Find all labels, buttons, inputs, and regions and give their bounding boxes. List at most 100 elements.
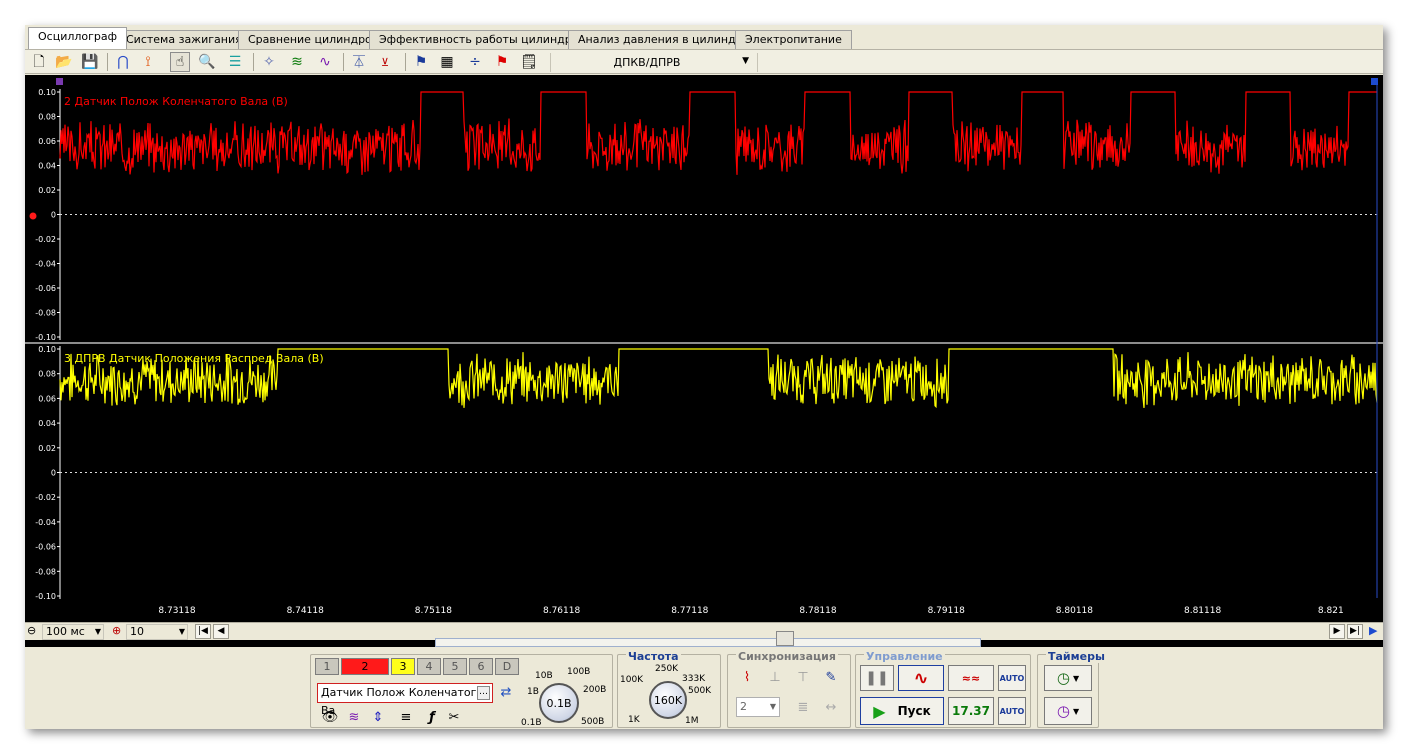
sync-channel-select[interactable]: 2 ▼ — [736, 697, 780, 717]
tab-cylinder-pressure[interactable]: Анализ давления в цилиндре — [568, 30, 760, 49]
sync-channel-value: 2 — [740, 700, 747, 713]
red-flag-icon[interactable]: ⚑ — [492, 52, 512, 72]
waves-icon[interactable]: ≋ — [287, 52, 307, 72]
preset-dropdown[interactable]: ДПКВ/ДПРВ ▼ — [550, 53, 758, 72]
function-icon[interactable]: ƒ — [421, 707, 443, 727]
auto-run-button[interactable]: AUTO — [998, 697, 1026, 725]
voltage-dial[interactable]: 0.1В — [539, 683, 579, 723]
tab-oscilloscope[interactable]: Осциллограф — [28, 27, 128, 49]
falling-edge-icon[interactable]: ⊥ — [764, 667, 786, 687]
vertical-move-icon[interactable]: ⇕ — [367, 707, 389, 727]
cursor-b-icon[interactable]: ⟟ — [138, 52, 158, 72]
cursor-a-icon[interactable]: ⋂ — [113, 52, 133, 72]
play-marker-icon: ▶ — [1369, 624, 1378, 637]
zero-level-icon[interactable]: ⊻ — [375, 52, 395, 72]
samples-select[interactable]: 10 ▼ — [126, 624, 188, 640]
hand-pan-icon[interactable]: ☝ — [170, 52, 190, 72]
oscilloscope-display[interactable]: 0.10 0.08 0.06 0.04 0.02 0 -0.02 -0.04 -0.06 -0.0… — [25, 75, 1383, 648]
trigger-down-icon[interactable]: ⊤ — [792, 667, 814, 687]
level-icon[interactable]: ≣ — [792, 697, 814, 717]
channel-1-button[interactable]: 1 — [315, 658, 339, 675]
zoom-icon[interactable]: 🔍 — [197, 52, 217, 72]
volt-scale-500: 500В — [581, 717, 605, 727]
channel-3-button[interactable]: 3 — [391, 658, 415, 675]
chevron-down-icon: ▼ — [742, 56, 749, 66]
frequency-value: 160K — [653, 693, 683, 707]
eye-icon[interactable]: 👁 — [319, 707, 341, 727]
channel-6-button[interactable]: 6 — [469, 658, 493, 675]
auto-mode-button[interactable]: AUTO — [998, 665, 1026, 691]
timer-stop-button[interactable]: ◷ ▼ — [1044, 697, 1092, 725]
minus-zoom-icon[interactable]: ⊖ — [27, 624, 36, 637]
go-first-button[interactable]: |◀ — [195, 624, 211, 639]
app-window: Осциллограф Система зажигания Сравнение … — [25, 25, 1383, 729]
tools-icon[interactable]: ✂ — [443, 707, 465, 727]
browse-button[interactable]: … — [477, 686, 490, 700]
tab-ignition-system[interactable]: Система зажигания — [116, 30, 252, 49]
wave-filter-icon[interactable]: ≋ — [343, 707, 365, 727]
tab-cylinder-efficiency[interactable]: Эффективность работы цилиндров — [369, 30, 595, 49]
new-file-icon[interactable]: 🗋 — [29, 52, 49, 72]
clock-stop-icon: ◷ — [1056, 702, 1070, 720]
plus-zoom-icon[interactable]: ⊕ — [112, 624, 121, 637]
y-tick-label: 0.08 — [38, 370, 56, 379]
scroll-thumb[interactable] — [776, 631, 794, 646]
filter-icon[interactable]: ☰ — [225, 52, 245, 72]
auto-scale-icon[interactable]: ⏄ — [349, 52, 369, 72]
y-tick-label: 0.04 — [38, 419, 56, 428]
divide-icon[interactable]: ÷ — [465, 52, 485, 72]
auto-trigger-icon[interactable]: ✎ — [820, 667, 842, 687]
save-disk-icon[interactable]: 💾 — [80, 52, 100, 72]
x-tick-label: 8.80118 — [1056, 606, 1093, 616]
scope-chart: 0.10 0.08 0.06 0.04 0.02 0 -0.02 -0.04 -0.06 -0.0… — [25, 78, 1383, 616]
swap-icon[interactable]: ⇄ — [495, 682, 517, 702]
sine-mode-button[interactable]: ∿ — [898, 665, 944, 691]
go-last-button[interactable]: ▶| — [1347, 624, 1363, 639]
timer-start-button[interactable]: ◷ ▼ — [1044, 665, 1092, 691]
freq-scale-1k: 1K — [628, 715, 640, 725]
marker-flag-icon[interactable]: ⚑ — [411, 52, 431, 72]
open-folder-icon[interactable]: 📂 — [54, 52, 74, 72]
frequency-dial[interactable]: 160K — [649, 681, 687, 719]
channel-marker — [29, 212, 37, 220]
channel-4-button[interactable]: 4 — [417, 658, 441, 675]
horizontal-scrollbar[interactable] — [435, 631, 981, 647]
channel-5-button[interactable]: 5 — [443, 658, 467, 675]
go-prev-button[interactable]: ◀ — [213, 624, 229, 639]
timers-title: Таймеры — [1046, 650, 1107, 663]
table-icon[interactable]: ▦ — [437, 52, 457, 72]
y-tick-label: -0.08 — [35, 567, 56, 576]
center-icon[interactable]: ✧ — [259, 52, 279, 72]
x-tick-label: 8.74118 — [287, 606, 324, 616]
chevron-down-icon: ▼ — [1072, 706, 1080, 716]
hold-icon[interactable]: ↔ — [820, 697, 842, 717]
pause-button[interactable]: ❚❚ — [860, 665, 894, 691]
channel-2-button[interactable]: 2 — [341, 658, 389, 675]
toolbar: 🗋 📂 💾 ⋂ ⟟ ☝ 🔍 ☰ ✧ ≋ ∿ ⏄ ⊻ ⚑ ▦ ÷ ⚑ 🗒 ДПКВ… — [25, 49, 1383, 74]
voltage-value: 0.1В — [546, 696, 572, 710]
start-button[interactable]: ▶ Пуск — [860, 697, 944, 725]
x-tick-label: 8.77118 — [671, 606, 708, 616]
y-tick-label: 0.04 — [38, 162, 56, 171]
sensor-name-field[interactable]: Датчик Полож Коленчатого Ва — [317, 683, 493, 717]
channel-d-button[interactable]: D — [495, 658, 519, 675]
notes-icon[interactable]: 🗒 — [519, 52, 539, 72]
y-tick-label: -0.06 — [35, 543, 56, 552]
tab-power-supply[interactable]: Электропитание — [735, 30, 852, 49]
clock-start-icon: ◷ — [1056, 669, 1070, 687]
timebase-select[interactable]: 100 мс ▼ — [42, 624, 104, 640]
tab-cylinder-comparison[interactable]: Сравнение цилиндров — [238, 30, 389, 49]
control-group: Управление ❚❚ ∿ ≈≈ AUTO ▶ Пуск 17.37 AUT… — [855, 650, 1031, 728]
noise-mode-button[interactable]: ≈≈ — [948, 665, 994, 691]
volt-scale-min: 0.1В — [521, 718, 542, 728]
spectrum-icon[interactable]: ∿ — [315, 52, 335, 72]
volt-scale-100: 100В — [567, 667, 591, 677]
frequency-title: Частота — [626, 650, 681, 663]
go-next-button[interactable]: ▶ — [1329, 624, 1345, 639]
rising-edge-icon[interactable]: ⌇ — [736, 667, 758, 687]
lines-icon[interactable]: ≡ — [395, 707, 417, 727]
x-tick-label: 8.79118 — [928, 606, 965, 616]
x-tick-label: 8.75118 — [415, 606, 452, 616]
x-tick-label: 8.821 — [1318, 606, 1344, 616]
chevron-down-icon: ▼ — [94, 627, 101, 636]
